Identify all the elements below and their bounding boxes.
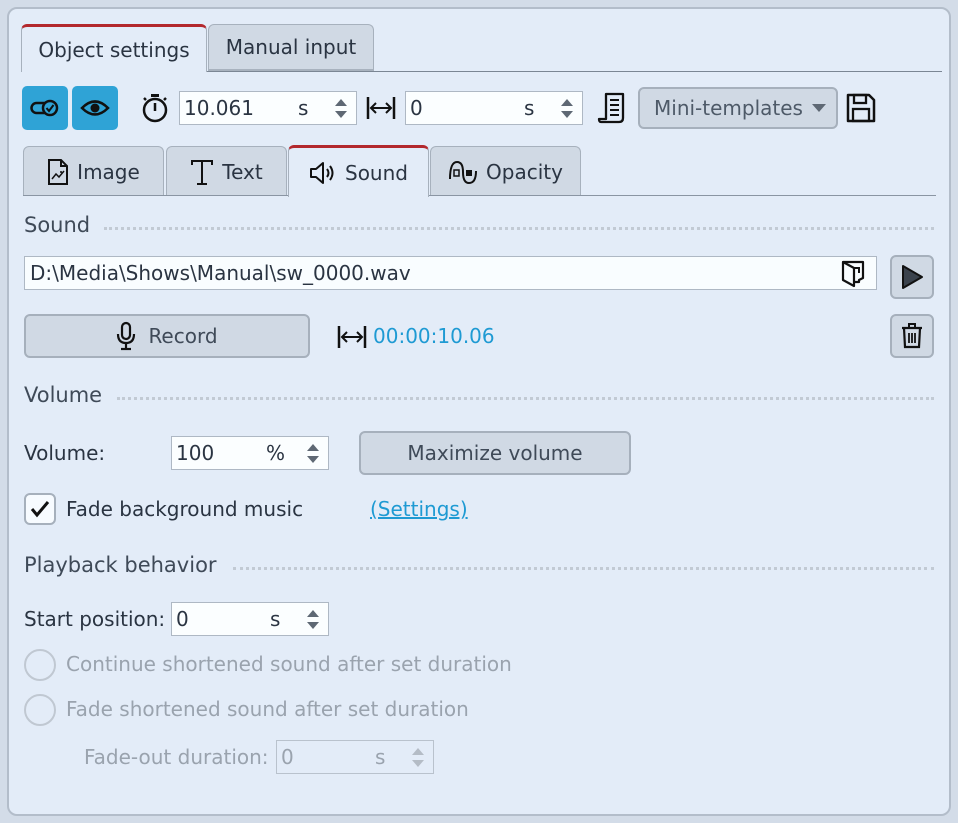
microphone-icon [117, 321, 136, 351]
continue-shortened-label: Continue shortened sound after set durat… [66, 652, 512, 676]
offset-unit: s [524, 96, 535, 120]
trash-icon [902, 323, 922, 349]
fade-shortened-label: Fade shortened sound after set duration [66, 697, 469, 721]
tab-sound-label: Sound [345, 160, 408, 185]
tab-sound[interactable]: Sound [288, 145, 429, 197]
start-position-unit: s [270, 607, 281, 631]
tab-manual-input[interactable]: Manual input [208, 24, 374, 72]
maximize-volume-label: Maximize volume [407, 441, 583, 465]
fade-out-duration-spinbox[interactable]: 0 s [276, 740, 434, 774]
arrow-left-right-icon [365, 93, 397, 123]
record-button[interactable]: Record [24, 314, 310, 358]
sound-file-path: D:\Media\Shows\Manual\sw_0000.wav [30, 261, 411, 285]
subtab-divider [23, 195, 936, 196]
sound-duration: 00:00:10.06 [373, 324, 495, 348]
playback-section-divider [233, 567, 934, 570]
fade-background-music-label: Fade background music [66, 497, 304, 521]
eye-toggle-button[interactable] [72, 86, 118, 130]
sound-section-divider [104, 227, 934, 230]
volume-section-divider [117, 397, 934, 400]
tab-text[interactable]: Text [166, 146, 287, 196]
tab-image-label: Image [77, 159, 140, 184]
fade-out-duration-value: 0 [281, 745, 294, 769]
eye-icon [80, 100, 110, 116]
volume-value: 100 [176, 441, 215, 465]
tab-text-label: Text [222, 159, 263, 184]
offset-spinbox[interactable]: 0 s [405, 91, 583, 125]
duration-arrows-icon [336, 323, 368, 351]
sound-file-path-field[interactable]: D:\Media\Shows\Manual\sw_0000.wav [24, 256, 877, 290]
chevron-down-icon [812, 104, 826, 112]
mini-templates-label: Mini-templates [654, 96, 803, 120]
volume-spin-arrows[interactable] [306, 441, 320, 467]
fade-out-duration-spin-arrows[interactable] [411, 745, 425, 771]
volume-section-title: Volume [24, 383, 103, 407]
play-icon [902, 265, 923, 289]
start-position-label: Start position: [24, 607, 166, 631]
duration-spinbox[interactable]: 10.061 s [179, 91, 357, 125]
play-button[interactable] [890, 255, 934, 299]
fade-shortened-radio[interactable] [24, 694, 56, 726]
tab-image[interactable]: Image [23, 146, 164, 196]
tab-object-settings[interactable]: Object settings [21, 24, 207, 72]
maximize-volume-button[interactable]: Maximize volume [359, 431, 631, 475]
tab-object-settings-label: Object settings [38, 37, 190, 62]
image-file-icon [48, 158, 69, 185]
settings-link[interactable]: (Settings) [370, 497, 468, 521]
offset-value: 0 [410, 96, 423, 120]
fade-out-duration-label: Fade-out duration: [84, 745, 269, 769]
speaker-icon [310, 161, 334, 184]
sound-section-title: Sound [24, 213, 91, 237]
floppy-disk-icon[interactable] [845, 91, 877, 125]
volume-spinbox[interactable]: 100 % [171, 436, 329, 470]
mini-templates-dropdown[interactable]: Mini-templates [638, 87, 838, 129]
checkmark-icon [30, 501, 50, 518]
start-position-value: 0 [176, 607, 189, 631]
tab-manual-input-label: Manual input [225, 35, 357, 59]
fade-out-duration-unit: s [375, 745, 386, 769]
opacity-curve-icon [449, 160, 478, 184]
volume-label: Volume: [24, 441, 106, 465]
delete-sound-button[interactable] [890, 314, 934, 358]
tab-opacity[interactable]: Opacity [430, 146, 581, 196]
start-position-spinbox[interactable]: 0 s [171, 602, 329, 636]
script-icon[interactable] [595, 91, 629, 125]
volume-unit: % [266, 441, 286, 465]
duration-spin-arrows[interactable] [334, 96, 348, 122]
duration-unit: s [298, 96, 309, 120]
toggle-check-icon [30, 99, 59, 117]
playback-section-title: Playback behavior [24, 553, 217, 577]
tab-opacity-label: Opacity [486, 159, 563, 184]
record-label: Record [148, 324, 218, 348]
visibility-toggle-button[interactable] [22, 86, 68, 130]
stopwatch-icon [140, 92, 170, 124]
offset-spin-arrows[interactable] [560, 96, 574, 122]
duration-value: 10.061 [184, 96, 254, 120]
continue-shortened-radio[interactable] [24, 649, 56, 681]
start-position-spin-arrows[interactable] [306, 607, 320, 633]
text-icon [191, 159, 214, 185]
open-folder-icon[interactable] [840, 259, 866, 289]
fade-background-music-checkbox[interactable] [24, 493, 56, 525]
